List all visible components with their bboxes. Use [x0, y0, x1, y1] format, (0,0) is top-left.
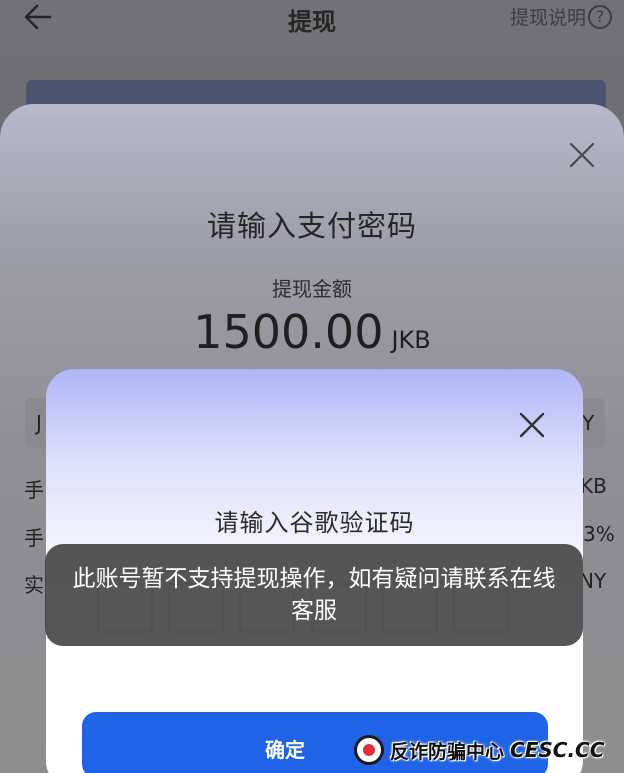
close-icon[interactable] [568, 141, 596, 169]
peek-right-text: 3% [583, 522, 615, 546]
help-label: 提现说明 [509, 7, 586, 29]
withdraw-amount-label: 提现金额 [272, 277, 352, 301]
withdraw-help-link[interactable]: 提现说明 ? [510, 3, 612, 30]
close-icon[interactable] [517, 410, 547, 440]
withdraw-amount: 1500.00 JKB [0, 305, 624, 359]
top-bar: 提现 提现说明 ? [0, 0, 624, 56]
peek-left-text: J [36, 411, 42, 435]
watermark: 反诈防骗中心 CESC.CC [354, 731, 604, 769]
peek-right-text: KB [580, 474, 607, 498]
peek-left-text: 手 [24, 526, 44, 550]
watermark-text: 反诈防骗中心 [390, 740, 505, 763]
peek-right-text: Y [582, 411, 595, 435]
watermark-site: CESC.CC [510, 738, 605, 762]
watermark-logo-icon [354, 735, 384, 765]
error-toast: 此账号暂不支持提现操作，如有疑问请联系在线客服 [45, 544, 583, 646]
question-circle-icon: ? [588, 4, 612, 29]
peek-left-text: 实 [24, 573, 44, 597]
amount-unit: JKB [391, 326, 431, 354]
amount-value: 1500.00 [193, 305, 384, 359]
google-code-title: 请输入谷歌验证码 [214, 509, 415, 537]
peek-right-text: NY [579, 569, 607, 593]
peek-left-text: 手 [24, 478, 44, 502]
payment-password-title: 请输入支付密码 [206, 209, 417, 243]
